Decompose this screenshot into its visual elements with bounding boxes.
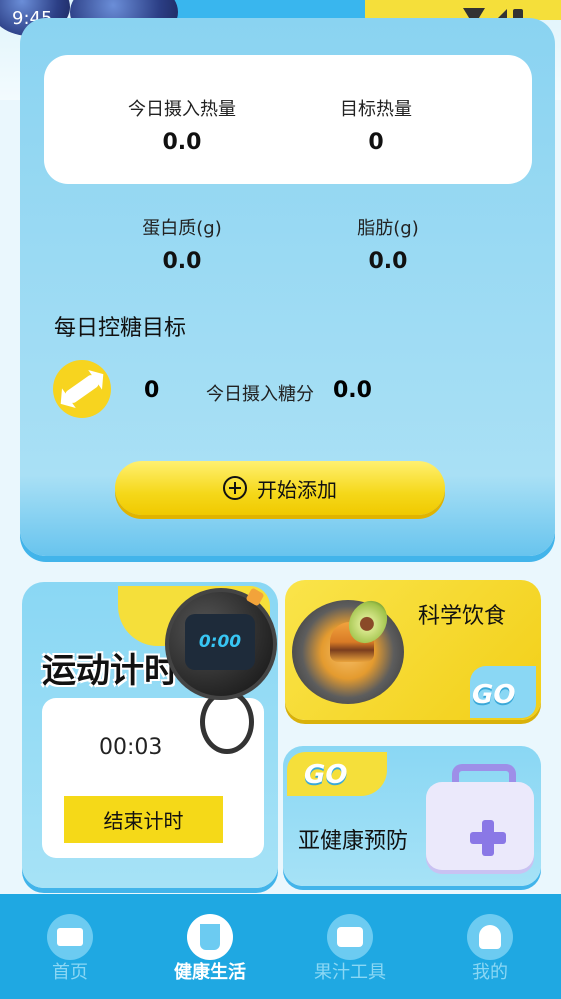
protein-stat: 蛋白质(g) 0.0 — [102, 214, 262, 274]
sugar-goal-title: 每日控糖目标 — [54, 316, 187, 341]
fat-label: 脂肪(g) — [357, 218, 419, 239]
today-intake-value: 0.0 — [162, 130, 202, 155]
home-icon — [47, 914, 93, 960]
health-go-button[interactable]: GO — [304, 760, 347, 790]
nav-item-healthy-life[interactable]: 健康生活 — [140, 894, 280, 999]
user-icon — [467, 914, 513, 960]
scientific-diet-title: 科学饮食 — [418, 604, 507, 629]
medkit-icon — [426, 782, 534, 870]
sub-health-title: 亚健康预防 — [298, 829, 409, 854]
target-calorie-value: 0 — [368, 130, 384, 155]
today-intake-stat: 今日摄入热量 0.0 — [102, 95, 262, 155]
bottom-nav: 首页 健康生活 果汁工具 我的 — [0, 894, 561, 999]
target-calorie-stat: 目标热量 0 — [296, 95, 456, 155]
plus-circle-icon — [223, 476, 247, 500]
nav-item-home[interactable]: 首页 — [0, 894, 140, 999]
nav-label-healthy-life: 健康生活 — [174, 962, 246, 983]
nav-label-home: 首页 — [52, 962, 88, 983]
protein-value: 0.0 — [162, 249, 202, 274]
toolbox-icon — [327, 914, 373, 960]
stop-timer-button[interactable]: 结束计时 — [64, 796, 223, 843]
stopwatch-icon: 0:00 — [165, 588, 277, 700]
start-add-label: 开始添加 — [257, 477, 337, 502]
nav-item-juice-tools[interactable]: 果汁工具 — [280, 894, 420, 999]
start-add-button[interactable]: 开始添加 — [115, 461, 445, 515]
fat-value: 0.0 — [368, 249, 408, 274]
sugar-today-label: 今日摄入糖分 — [206, 384, 314, 405]
fat-stat: 脂肪(g) 0.0 — [308, 214, 468, 274]
today-intake-label: 今日摄入热量 — [128, 99, 236, 120]
cup-icon — [187, 914, 233, 960]
sugar-target-value: 0 — [144, 378, 160, 403]
stopwatch-display: 0:00 — [185, 614, 255, 670]
sugar-today-value: 0.0 — [333, 378, 372, 403]
nav-label-mine: 我的 — [472, 962, 508, 983]
medkit-cross — [470, 832, 506, 844]
timer-elapsed: 00:03 — [99, 735, 163, 760]
nav-label-juice-tools: 果汁工具 — [314, 962, 386, 983]
target-calorie-label: 目标热量 — [340, 99, 412, 120]
exercise-timer-title: 运动计时 — [42, 651, 178, 691]
candy-icon — [53, 360, 111, 418]
nav-item-mine[interactable]: 我的 — [420, 894, 560, 999]
diet-go-button[interactable]: GO — [472, 680, 515, 710]
protein-label: 蛋白质(g) — [142, 218, 222, 239]
